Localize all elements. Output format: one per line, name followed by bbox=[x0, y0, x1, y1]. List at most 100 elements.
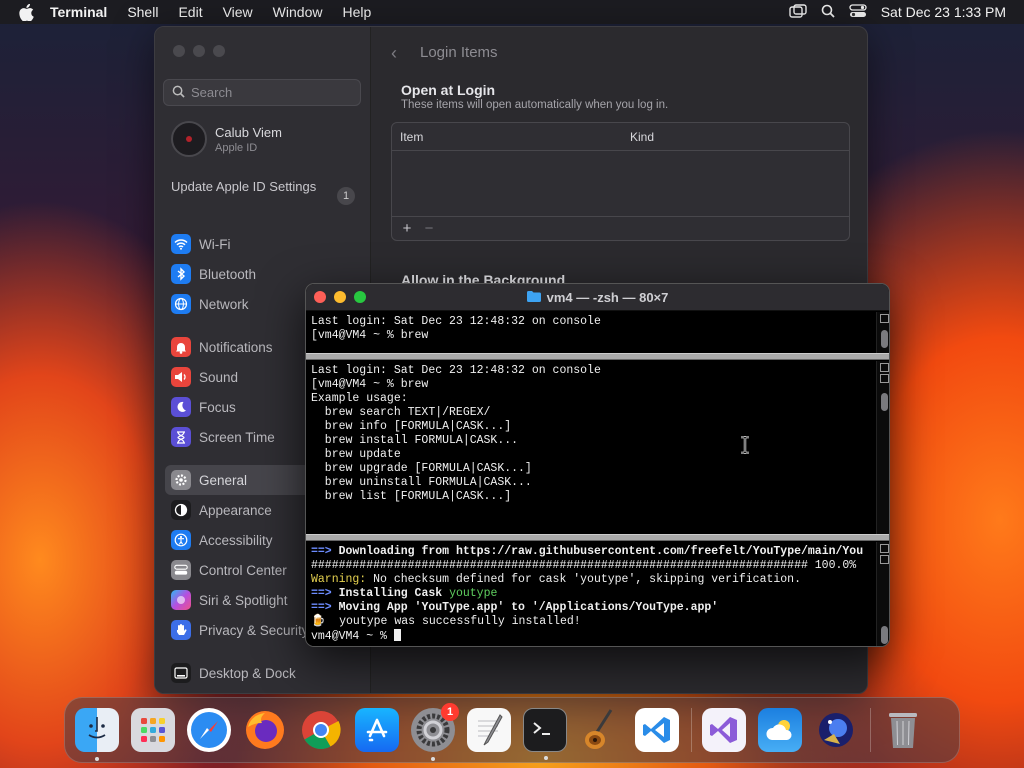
control-center-icon[interactable] bbox=[849, 3, 867, 21]
terminal-line: Last login: Sat Dec 23 12:48:32 on conso… bbox=[311, 315, 601, 328]
back-chevron-icon[interactable]: ‹ bbox=[391, 43, 397, 64]
weather-icon[interactable] bbox=[758, 708, 802, 752]
system-settings-icon[interactable]: 1 bbox=[411, 703, 459, 761]
split-pane-icon[interactable] bbox=[879, 363, 889, 372]
open-at-login-title: Open at Login bbox=[401, 82, 496, 98]
zoom-button[interactable] bbox=[354, 291, 366, 303]
menu-app-name[interactable]: Terminal bbox=[50, 0, 107, 24]
split-pane-icon[interactable] bbox=[879, 555, 889, 564]
minimize-button[interactable] bbox=[334, 291, 346, 303]
column-header-item[interactable]: Item bbox=[400, 130, 423, 144]
dock-icon bbox=[171, 663, 191, 683]
apple-id-account[interactable]: Calub Viem Apple ID bbox=[171, 121, 282, 157]
pane-divider[interactable] bbox=[306, 534, 889, 541]
speaker-icon bbox=[171, 367, 191, 387]
scrollbar[interactable] bbox=[876, 542, 889, 646]
terminal-pane-1[interactable]: Last login: Sat Dec 23 12:48:32 on conso… bbox=[306, 312, 889, 353]
update-badge: 1 bbox=[337, 187, 355, 205]
scroll-thumb[interactable] bbox=[881, 393, 888, 411]
window-icon[interactable] bbox=[789, 3, 807, 21]
chrome-icon[interactable] bbox=[299, 708, 343, 752]
launchpad-icon[interactable] bbox=[131, 708, 175, 752]
split-pane-icon[interactable] bbox=[879, 544, 889, 553]
terminal-line: brew upgrade [FORMULA|CASK...] bbox=[311, 462, 532, 475]
split-pane-icon[interactable] bbox=[879, 374, 889, 383]
close-button[interactable] bbox=[314, 291, 326, 303]
update-apple-id-row[interactable]: Update Apple ID Settings 1 bbox=[171, 179, 359, 205]
sidebar-item-wifi[interactable]: Wi-Fi bbox=[165, 229, 363, 259]
page-title: Login Items bbox=[420, 44, 498, 61]
installing-name: youtype bbox=[449, 587, 498, 600]
running-indicator bbox=[431, 757, 435, 761]
notification-badge: 1 bbox=[441, 703, 459, 721]
scroll-thumb[interactable] bbox=[881, 330, 888, 348]
scroll-thumb[interactable] bbox=[881, 626, 888, 644]
scrollbar[interactable] bbox=[876, 361, 889, 534]
zoom-button[interactable] bbox=[213, 45, 225, 57]
warning-text: No checksum defined for cask 'youtype', … bbox=[366, 573, 801, 586]
folder-icon bbox=[526, 290, 541, 305]
menu-view[interactable]: View bbox=[223, 0, 253, 24]
vscode-icon[interactable] bbox=[635, 708, 679, 752]
menu-help[interactable]: Help bbox=[342, 0, 371, 24]
textedit-icon[interactable] bbox=[467, 708, 511, 752]
prompt: vm4@VM4 ~ % bbox=[311, 630, 394, 643]
terminal-window: vm4 — -zsh — 80×7 Last login: Sat Dec 23… bbox=[305, 283, 890, 647]
terminal-line: brew uninstall FORMULA|CASK... bbox=[311, 476, 532, 489]
settings-search[interactable] bbox=[163, 79, 361, 106]
sidebar-item-label: Focus bbox=[199, 399, 236, 415]
window-controls bbox=[314, 291, 366, 303]
menu-window[interactable]: Window bbox=[273, 0, 323, 24]
table-footer: + − bbox=[392, 216, 849, 240]
appearance-icon bbox=[171, 500, 191, 520]
firefox-icon[interactable] bbox=[243, 708, 287, 752]
gear-icon bbox=[171, 470, 191, 490]
terminal-line: brew list [FORMULA|CASK...] bbox=[311, 490, 512, 503]
sidebar-item-label: Screen Time bbox=[199, 429, 275, 445]
terminal-line: ==> Downloading from https://raw.githubu… bbox=[311, 545, 863, 559]
visual-studio-icon[interactable] bbox=[702, 708, 746, 752]
app-store-icon[interactable] bbox=[355, 708, 399, 752]
search-icon[interactable] bbox=[821, 4, 835, 21]
beer-icon: 🍺 bbox=[311, 615, 326, 628]
safari-icon[interactable] bbox=[187, 708, 231, 752]
dock-separator bbox=[870, 708, 871, 752]
accessibility-icon bbox=[171, 530, 191, 550]
garageband-icon[interactable] bbox=[579, 708, 623, 752]
terminal-line: brew install FORMULA|CASK... bbox=[311, 434, 519, 447]
sidebar-item-label: Network bbox=[199, 296, 249, 312]
close-button[interactable] bbox=[173, 45, 185, 57]
globe-icon bbox=[171, 294, 191, 314]
astronomy-icon[interactable] bbox=[814, 708, 858, 752]
pane-divider[interactable] bbox=[306, 353, 889, 360]
terminal-pane-2[interactable]: Last login: Sat Dec 23 12:48:32 on conso… bbox=[306, 361, 889, 534]
sidebar-item-desktop-dock[interactable]: Desktop & Dock bbox=[165, 658, 363, 688]
login-items-table: Item Kind + − bbox=[391, 122, 850, 241]
dock-separator bbox=[691, 708, 692, 752]
split-pane-icon[interactable] bbox=[879, 314, 889, 323]
scrollbar[interactable] bbox=[876, 312, 889, 353]
terminal-title-bar[interactable]: vm4 — -zsh — 80×7 bbox=[306, 284, 889, 311]
menu-edit[interactable]: Edit bbox=[178, 0, 202, 24]
minimize-button[interactable] bbox=[193, 45, 205, 57]
search-icon bbox=[172, 85, 185, 101]
terminal-pane-3[interactable]: ==> Downloading from https://raw.githubu… bbox=[306, 542, 889, 646]
terminal-output: ==> Downloading from https://raw.githubu… bbox=[311, 545, 863, 644]
arrow-marker: ==> bbox=[311, 601, 332, 614]
apple-icon[interactable] bbox=[16, 0, 36, 24]
terminal-prompt-line[interactable]: vm4@VM4 ~ % bbox=[311, 629, 863, 644]
arrow-marker: ==> bbox=[311, 545, 332, 558]
terminal-icon[interactable] bbox=[523, 708, 567, 760]
column-header-kind[interactable]: Kind bbox=[630, 130, 654, 144]
menu-shell[interactable]: Shell bbox=[127, 0, 158, 24]
menu-bar: Terminal Shell Edit View Window Help Sat… bbox=[0, 0, 1024, 24]
menu-clock[interactable]: Sat Dec 23 1:33 PM bbox=[881, 4, 1006, 20]
add-item-button[interactable]: + bbox=[396, 220, 418, 237]
search-input[interactable] bbox=[191, 85, 351, 100]
finder-icon[interactable] bbox=[75, 708, 119, 761]
terminal-title: vm4 — -zsh — 80×7 bbox=[546, 289, 669, 305]
sidebar-item-label: General bbox=[199, 472, 248, 488]
trash-icon[interactable] bbox=[881, 708, 925, 752]
remove-item-button[interactable]: − bbox=[418, 220, 440, 237]
terminal-line: brew search TEXT|/REGEX/ bbox=[311, 406, 491, 419]
